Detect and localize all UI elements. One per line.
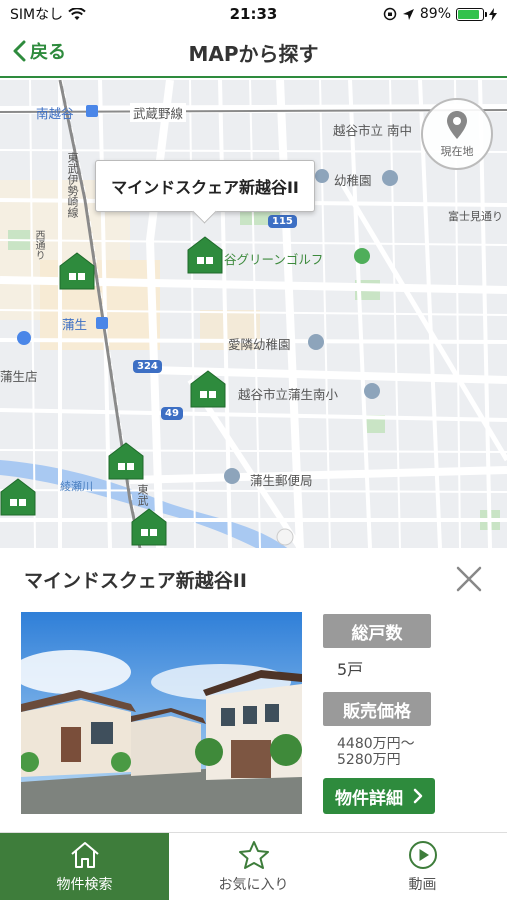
tab-videos[interactable]: 動画: [338, 833, 507, 900]
nav-bar: 戻る MAPから探す: [0, 28, 507, 78]
status-left: SIMなし: [10, 4, 86, 24]
status-bar: SIMなし 21:33 89%: [0, 0, 507, 28]
property-pin[interactable]: [131, 508, 167, 546]
status-right: 89%: [383, 6, 497, 22]
home-icon: [70, 842, 99, 868]
tab-property-search-label: 物件検索: [56, 877, 113, 893]
property-pin[interactable]: [0, 478, 36, 516]
play-icon: [408, 841, 437, 869]
map-label-minamikoshigaya: 南越谷: [36, 106, 74, 121]
map-callout[interactable]: マインドスクェア新越谷II: [95, 160, 315, 212]
map-label-tobu: 東武: [136, 484, 149, 506]
map-label-koshigaya-school: 越谷市立 南中: [333, 123, 412, 138]
property-title: マインドスクェア新越谷II: [24, 570, 247, 592]
charging-icon: [489, 7, 497, 21]
property-detail-panel: マインドスクェア新越谷II 総戸数 5戸 販売価格 4480万円〜 5280万円…: [0, 548, 507, 832]
battery-percent: 89%: [419, 6, 451, 22]
map-label-gamo: 蒲生: [62, 317, 88, 332]
star-icon: [238, 841, 269, 869]
price-line-1: 4480万円〜: [337, 736, 415, 752]
map-label-road-left: 西通り: [33, 230, 44, 260]
map-label-ayase: 綾瀬川: [60, 480, 93, 493]
back-label: 戻る: [30, 42, 66, 63]
wifi-icon: [68, 7, 86, 20]
tab-favorites-label: お気に入り: [218, 877, 289, 893]
battery-icon: [456, 7, 487, 21]
map-pin-icon: [447, 110, 467, 139]
map-view[interactable]: 南越谷 武蔵野線 越谷市立 南中 東武伊勢崎線 幼稚園 富士見通り 谷グリーンゴ…: [0, 80, 507, 548]
close-icon[interactable]: [452, 562, 486, 596]
battery-level: [458, 9, 480, 19]
tab-bar: 物件検索 お気に入り 動画: [0, 832, 507, 900]
tab-favorites[interactable]: お気に入り: [169, 833, 338, 900]
price-label: 販売価格: [323, 692, 431, 726]
property-detail-label: 物件詳細: [335, 788, 403, 809]
route-shield-115: 115: [268, 215, 297, 228]
current-location-label: 現在地: [440, 144, 474, 158]
property-detail-button[interactable]: 物件詳細: [323, 778, 435, 814]
current-location-button[interactable]: 現在地: [421, 98, 493, 170]
map-label-gamo-minami: 越谷市立蒲生南小: [238, 387, 339, 402]
map-label-gamo-store: 蒲生店: [0, 369, 38, 384]
price-value: 4480万円〜 5280万円: [337, 736, 457, 768]
units-value: 5戸: [337, 660, 364, 679]
tab-videos-label: 動画: [408, 877, 437, 893]
location-arrow-icon: [402, 8, 414, 20]
map-label-post-office: 蒲生郵便局: [250, 473, 313, 488]
map-label-aizen: 愛隣幼稚園: [228, 337, 291, 352]
chevron-right-icon: [413, 788, 423, 804]
back-button[interactable]: 戻る: [12, 38, 66, 64]
map-label-musashino-line: 武蔵野線: [130, 103, 187, 122]
carrier-label: SIMなし: [10, 7, 64, 23]
orientation-lock-icon: [383, 7, 397, 21]
chevron-left-icon: [13, 40, 26, 62]
map-label-golf: 谷グリーンゴルフ: [224, 252, 324, 267]
property-pin-selected[interactable]: [187, 236, 223, 274]
property-pin[interactable]: [108, 442, 144, 480]
property-photo[interactable]: [21, 612, 302, 814]
page-title: MAPから探す: [188, 41, 319, 66]
price-line-2: 5280万円: [337, 752, 401, 768]
property-pin[interactable]: [190, 370, 226, 408]
route-shield-324: 324: [133, 360, 162, 373]
route-shield-49: 49: [161, 407, 183, 420]
property-pin[interactable]: [59, 252, 95, 290]
map-label-kindergarten: 幼稚園: [334, 173, 372, 188]
map-label-tobu-isesaki: 東武伊勢崎線: [66, 152, 79, 218]
units-label: 総戸数: [323, 614, 431, 648]
map-label-fujimi: 富士見通り: [448, 210, 503, 223]
tab-property-search[interactable]: 物件検索: [0, 833, 169, 900]
